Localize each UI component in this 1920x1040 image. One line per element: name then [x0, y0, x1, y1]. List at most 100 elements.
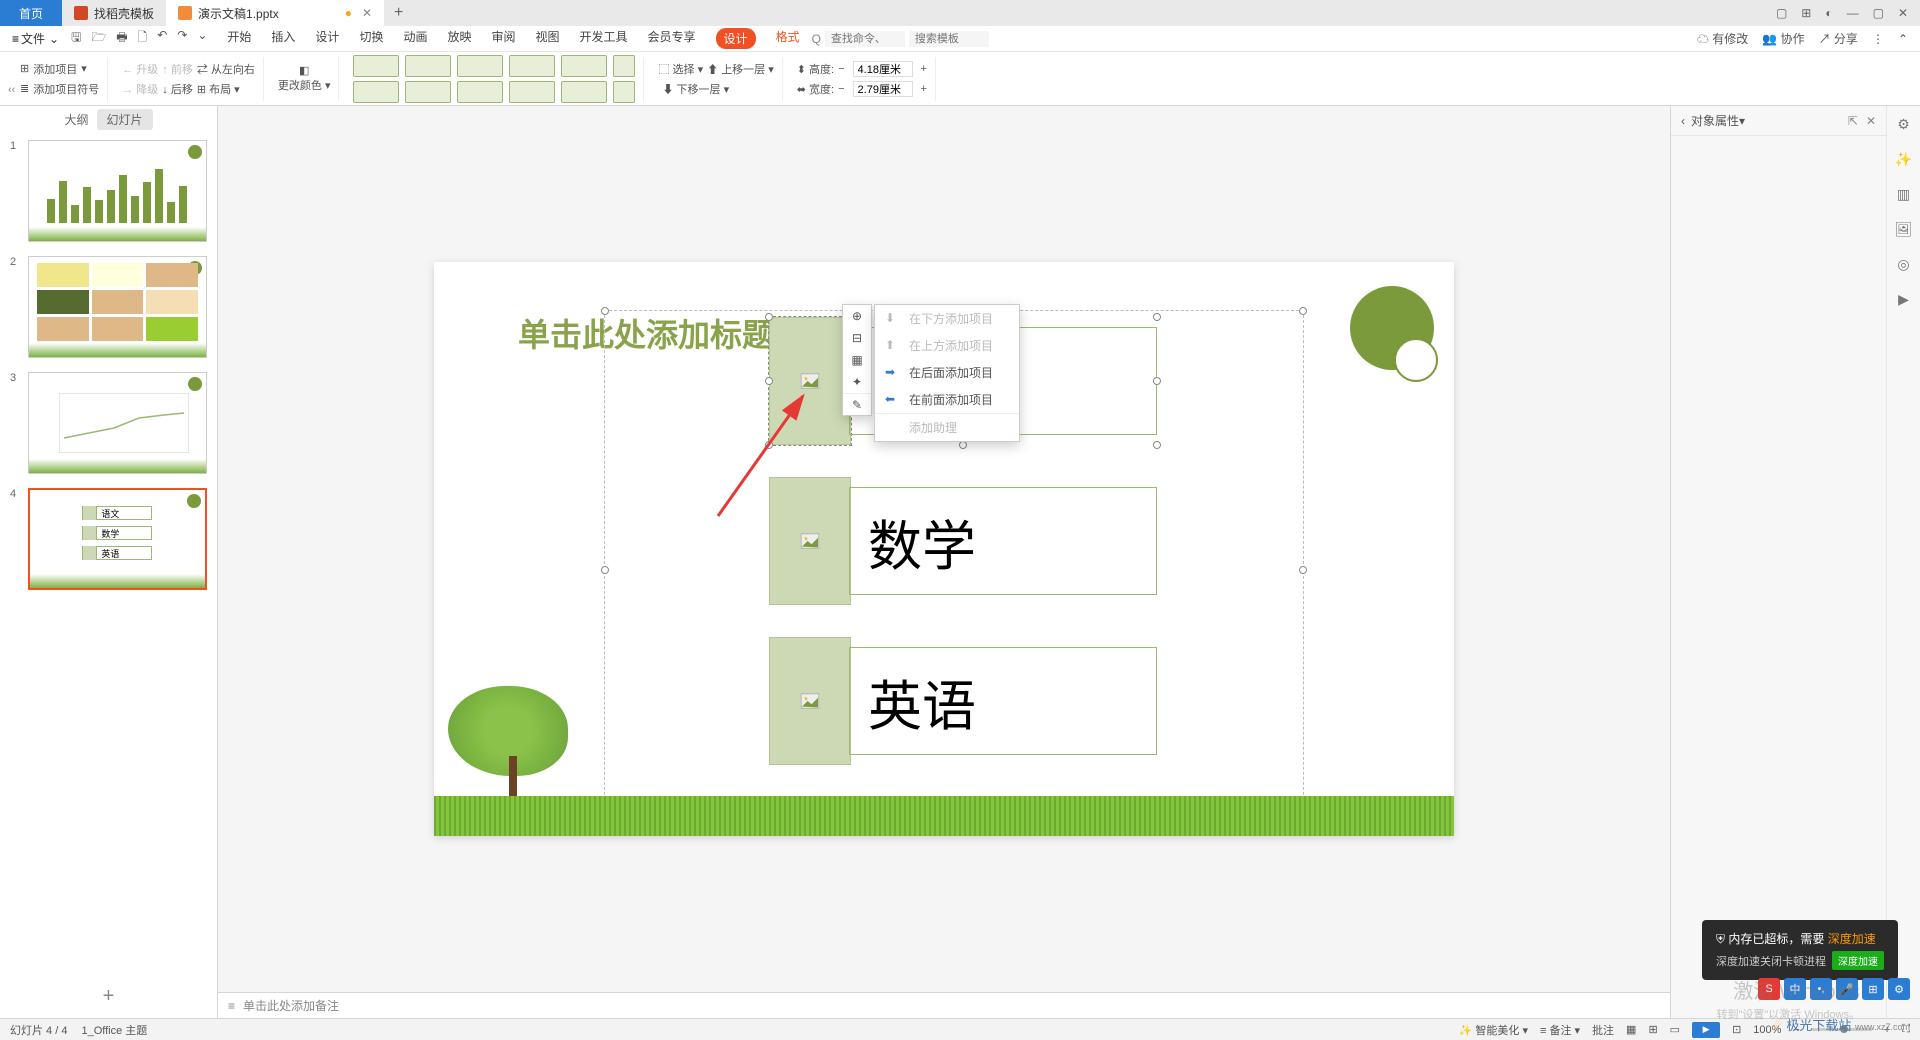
style-preset[interactable]	[561, 55, 607, 77]
tab-view[interactable]: 视图	[536, 28, 560, 49]
pin-icon[interactable]: ⇱	[1848, 114, 1858, 128]
ime-settings-icon[interactable]: ⚙	[1888, 978, 1910, 1000]
tool-adjust-icon[interactable]: ⚙	[1897, 116, 1910, 133]
smartart-text-3[interactable]: 英语	[849, 647, 1157, 755]
tab-animation[interactable]: 动画	[403, 28, 427, 49]
style-more[interactable]	[613, 81, 635, 103]
template-tab[interactable]: 找稻壳模板	[62, 0, 166, 26]
style-preset[interactable]	[353, 81, 399, 103]
tool-present-icon[interactable]: ▶	[1898, 291, 1909, 308]
tab-insert[interactable]: 插入	[271, 28, 295, 49]
more-menu-icon[interactable]: ⋮	[1872, 32, 1884, 46]
notes-placeholder[interactable]: 单击此处添加备注	[243, 997, 339, 1014]
current-doc-tab[interactable]: 演示文稿1.pptx ● ✕	[166, 0, 384, 26]
forward-button[interactable]: ↑ 前移	[162, 61, 193, 77]
view-reading-icon[interactable]: ▭	[1670, 1023, 1680, 1036]
apps-icon[interactable]: ⊞	[1801, 6, 1811, 20]
width-input[interactable]	[853, 81, 913, 97]
open-icon[interactable]: 🗁	[91, 28, 106, 49]
memory-toast[interactable]: ⛨ 内存已超标，需要 深度加速 深度加速关闭卡顿进程深度加速	[1702, 920, 1898, 980]
style-preset[interactable]	[561, 81, 607, 103]
smartart-text-2[interactable]: 数学	[849, 487, 1157, 595]
tool-template-icon[interactable]: ▥	[1897, 186, 1910, 203]
style-more[interactable]	[613, 55, 635, 77]
menu-add-below[interactable]: ⬇在下方添加项目	[875, 305, 1019, 332]
accelerate-button[interactable]: 深度加速	[1832, 951, 1884, 970]
smartart-image-1[interactable]	[769, 317, 851, 445]
backward-button[interactable]: ↓ 后移	[162, 81, 193, 97]
slide-stage[interactable]: 单击此处添加标题	[218, 106, 1670, 992]
view-sorter-icon[interactable]: ⊞	[1648, 1023, 1657, 1036]
smartart-image-3[interactable]	[769, 637, 851, 765]
cloud-modified[interactable]: ☁ 有修改	[1697, 30, 1748, 47]
slide-thumb-2[interactable]	[28, 256, 207, 358]
style-preset[interactable]	[405, 81, 451, 103]
search-input-2[interactable]	[909, 31, 989, 47]
tab-member[interactable]: 会员专享	[648, 28, 696, 49]
style-preset[interactable]	[353, 55, 399, 77]
toolbar-edit-icon[interactable]: ✎	[843, 393, 871, 415]
ime-keyboard-icon[interactable]: ⊞	[1862, 978, 1884, 1000]
slides-tab[interactable]: 幻灯片	[97, 109, 153, 130]
print-icon[interactable]: 🖶	[116, 28, 127, 49]
hamburger-icon[interactable]: ≡	[12, 32, 19, 46]
tab-devtools[interactable]: 开发工具	[580, 28, 628, 49]
add-bullet-button[interactable]: ≣添加项目符号	[20, 81, 99, 97]
slideshow-button[interactable]: ▶	[1692, 1022, 1720, 1038]
notes-bar[interactable]: ≡ 单击此处添加备注	[218, 992, 1670, 1018]
down-layer-button[interactable]: ⬇ 下移一层 ▾	[662, 81, 729, 97]
tab-design[interactable]: 设计	[315, 28, 339, 49]
skin-icon[interactable]: ◐	[1825, 6, 1832, 20]
close-panel-icon[interactable]: ✕	[1866, 114, 1876, 128]
redo-icon[interactable]: ↷	[177, 28, 187, 49]
toolbar-add-below-icon[interactable]: ⊕	[843, 305, 871, 327]
view-normal-icon[interactable]: ▦	[1626, 1023, 1636, 1036]
tab-design-context[interactable]: 设计	[716, 28, 756, 49]
comments-toggle[interactable]: 批注	[1592, 1022, 1614, 1038]
fit-icon[interactable]: ⊡	[1732, 1023, 1741, 1036]
menu-add-after[interactable]: ➡在后面添加项目	[875, 359, 1019, 386]
slide-thumb-1[interactable]	[28, 140, 207, 242]
tool-location-icon[interactable]: ◎	[1897, 256, 1909, 273]
menu-add-above[interactable]: ⬆在上方添加项目	[875, 332, 1019, 359]
home-tab[interactable]: 首页	[0, 0, 62, 26]
tab-format-context[interactable]: 格式	[776, 28, 800, 49]
tab-transition[interactable]: 切换	[359, 28, 383, 49]
tab-slideshow[interactable]: 放映	[447, 28, 471, 49]
share-button[interactable]: ↗ 分享	[1819, 30, 1858, 47]
style-preset[interactable]	[457, 81, 503, 103]
add-slide-button[interactable]: +	[0, 975, 217, 1018]
downgrade-button[interactable]: → 降级	[122, 81, 158, 97]
tool-image-icon[interactable]: 🖼	[1895, 221, 1913, 238]
search-input-1[interactable]	[825, 31, 905, 47]
undo-icon[interactable]: ↶	[157, 28, 167, 49]
layout-button[interactable]: ⊞ 布局 ▾	[197, 81, 240, 97]
menu-add-before[interactable]: ⬅在前面添加项目	[875, 386, 1019, 413]
up-layer-button[interactable]: ⬆ 上移一层 ▾	[707, 61, 774, 77]
slide-thumb-4[interactable]: 语文 数学 英语	[28, 488, 207, 590]
height-input[interactable]	[853, 61, 913, 77]
tab-review[interactable]: 审阅	[491, 28, 515, 49]
more-icon[interactable]: ⌄	[197, 28, 207, 49]
maximize-icon[interactable]: ▢	[1873, 6, 1884, 20]
toolbar-org-icon[interactable]: ⊟	[843, 327, 871, 349]
collab-button[interactable]: 👥 协作	[1762, 30, 1804, 47]
style-preset[interactable]	[509, 55, 555, 77]
style-preset[interactable]	[509, 81, 555, 103]
add-item-button[interactable]: ⊞添加项目▾	[20, 61, 99, 77]
preview-icon[interactable]: 🗋	[138, 28, 148, 49]
new-tab-button[interactable]: +	[384, 4, 413, 22]
smart-beautify-button[interactable]: ✨ 智能美化 ▾	[1459, 1022, 1528, 1038]
slide-thumb-3[interactable]	[28, 372, 207, 474]
ltr-button[interactable]: ⇄ 从左向右	[197, 61, 255, 77]
save-icon[interactable]: 🖫	[71, 28, 81, 49]
notes-toggle[interactable]: ≡ 备注 ▾	[1540, 1022, 1580, 1038]
outline-tab[interactable]: 大纲	[64, 111, 88, 128]
minimize-icon[interactable]: —	[1847, 6, 1859, 20]
change-color-button[interactable]: ◧更改颜色 ▾	[278, 64, 331, 93]
layout-icon[interactable]: ▢	[1776, 6, 1787, 20]
style-preset[interactable]	[457, 55, 503, 77]
command-search[interactable]: Q	[812, 31, 989, 47]
close-icon[interactable]: ✕	[362, 6, 372, 20]
toolbar-shape-icon[interactable]: ▦	[843, 349, 871, 371]
